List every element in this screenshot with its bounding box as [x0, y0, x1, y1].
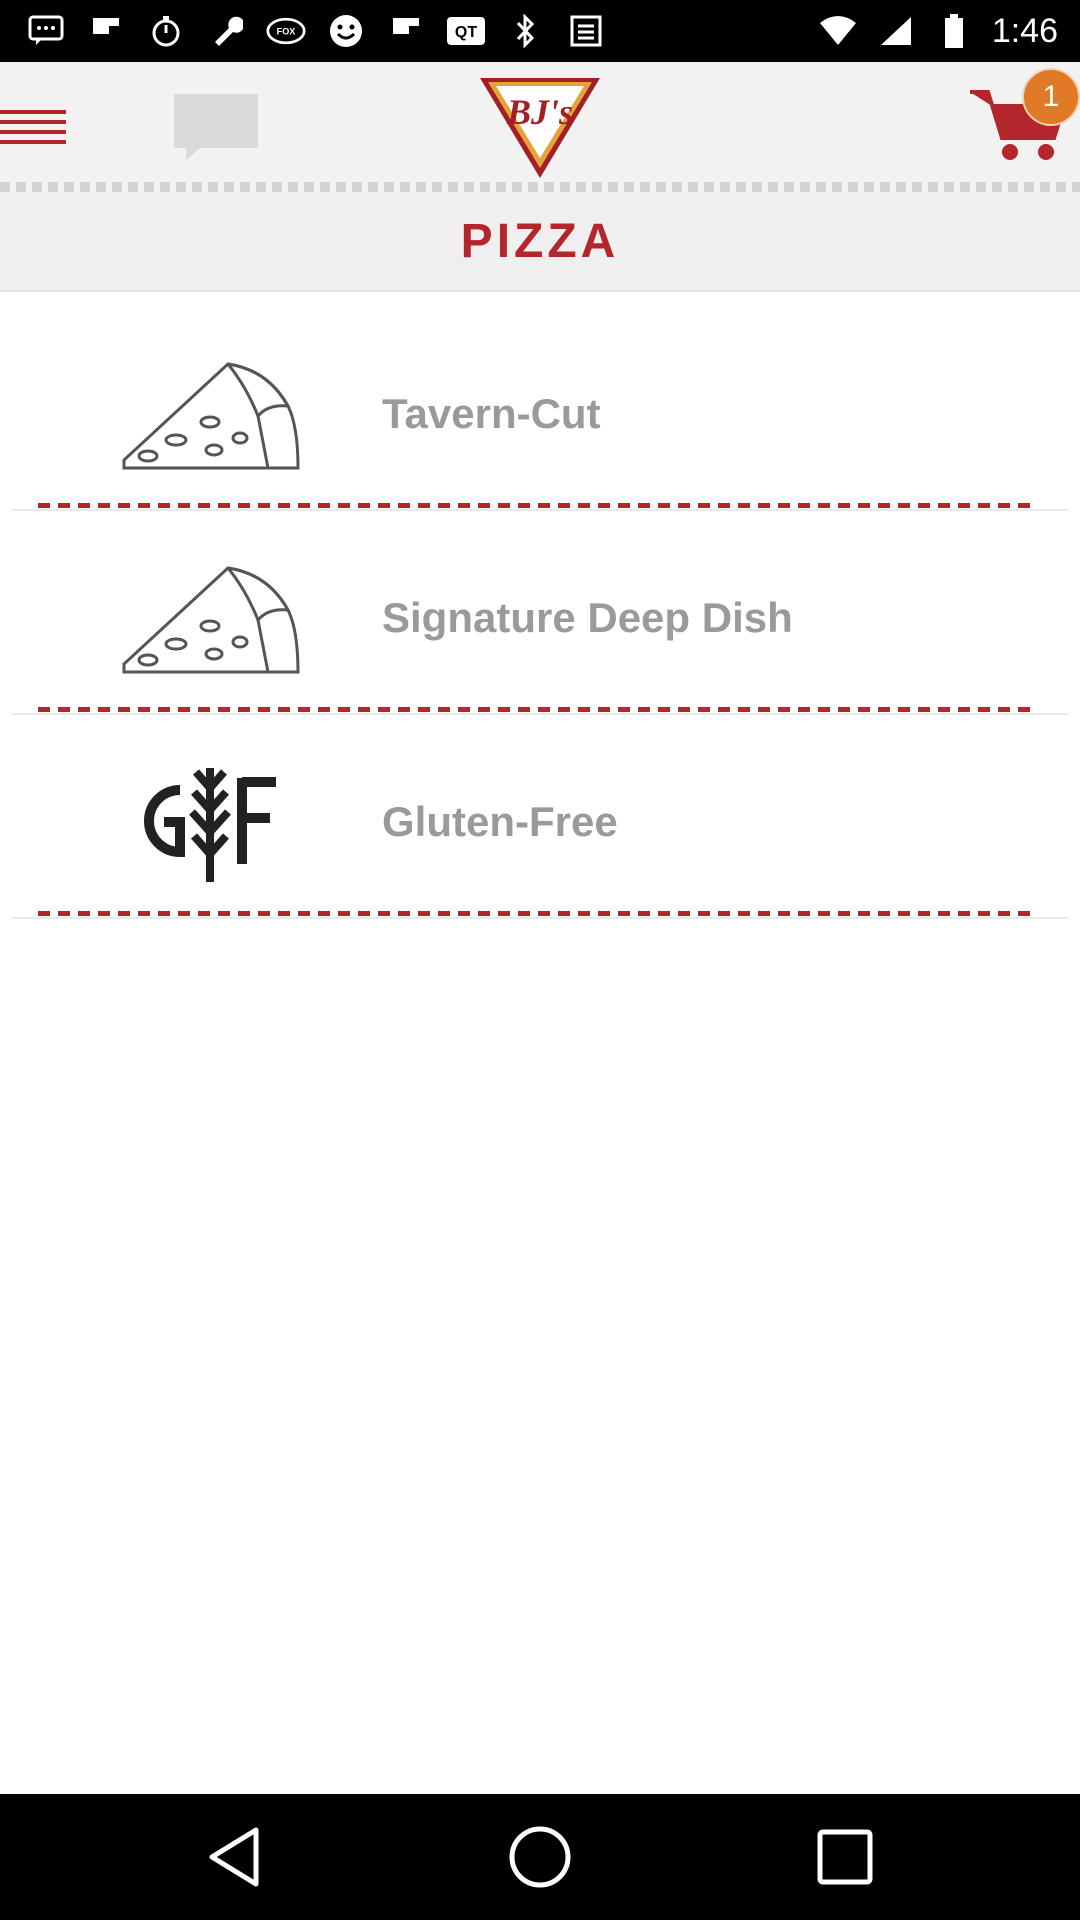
- chat-bubble-icon: [174, 94, 258, 160]
- recents-button[interactable]: [810, 1822, 880, 1892]
- home-icon: [509, 1826, 571, 1888]
- back-button[interactable]: [200, 1822, 270, 1892]
- menu-item-tavern-cut[interactable]: Tavern-Cut: [0, 310, 1080, 514]
- item-divider-shadow: [12, 713, 1068, 715]
- wifi-icon: [818, 11, 858, 51]
- status-bar: FOX QT 1:46: [0, 0, 1080, 62]
- menu-item-label: Gluten-Free: [382, 798, 618, 845]
- timer-icon: [146, 11, 186, 51]
- item-divider: [38, 911, 1038, 916]
- signal-icon: [876, 11, 916, 51]
- item-divider: [38, 707, 1038, 712]
- smiley-icon: [326, 11, 366, 51]
- pizza-slice-icon: [122, 362, 300, 470]
- cart-count-badge: 1: [1022, 68, 1080, 126]
- logo-icon: BJ's: [480, 78, 600, 178]
- home-button[interactable]: [505, 1822, 575, 1892]
- flipboard-icon: [86, 11, 126, 51]
- bjs-logo[interactable]: BJ's: [476, 72, 604, 182]
- item-divider-shadow: [12, 509, 1068, 511]
- item-divider-shadow: [12, 917, 1068, 919]
- status-time: 1:46: [991, 11, 1058, 50]
- menu-item-label: Signature Deep Dish: [382, 594, 793, 641]
- category-header: PIZZA: [0, 192, 1080, 292]
- menu-item-signature-deep-dish[interactable]: Signature Deep Dish: [0, 514, 1080, 718]
- category-title: PIZZA: [460, 214, 620, 268]
- logo-text: BJ's: [506, 92, 573, 132]
- fox-sports-icon: FOX: [266, 11, 306, 51]
- menu-item-label: Tavern-Cut: [382, 390, 601, 437]
- qt-icon: QT: [446, 11, 486, 51]
- recents-icon: [817, 1829, 873, 1885]
- menu-button[interactable]: [0, 110, 70, 144]
- flipboard-icon: [386, 11, 426, 51]
- item-divider: [38, 503, 1038, 508]
- pizza-slice-icon: [122, 566, 300, 674]
- messages-icon: [26, 11, 66, 51]
- battery-icon: [934, 11, 974, 51]
- app-icon: [566, 11, 606, 51]
- hamburger-menu-icon: [0, 110, 66, 144]
- chat-button[interactable]: [172, 92, 260, 162]
- back-icon: [209, 1827, 259, 1887]
- menu-item-gluten-free[interactable]: Gluten-Free: [0, 718, 1080, 922]
- app-bar-divider: [0, 182, 1080, 192]
- svg-text:FOX: FOX: [277, 27, 296, 37]
- wrench-icon: [206, 11, 246, 51]
- svg-text:QT: QT: [455, 24, 477, 41]
- gluten-free-icon: [144, 768, 276, 882]
- navigation-bar: [0, 1794, 1080, 1920]
- bluetooth-icon: [506, 11, 546, 51]
